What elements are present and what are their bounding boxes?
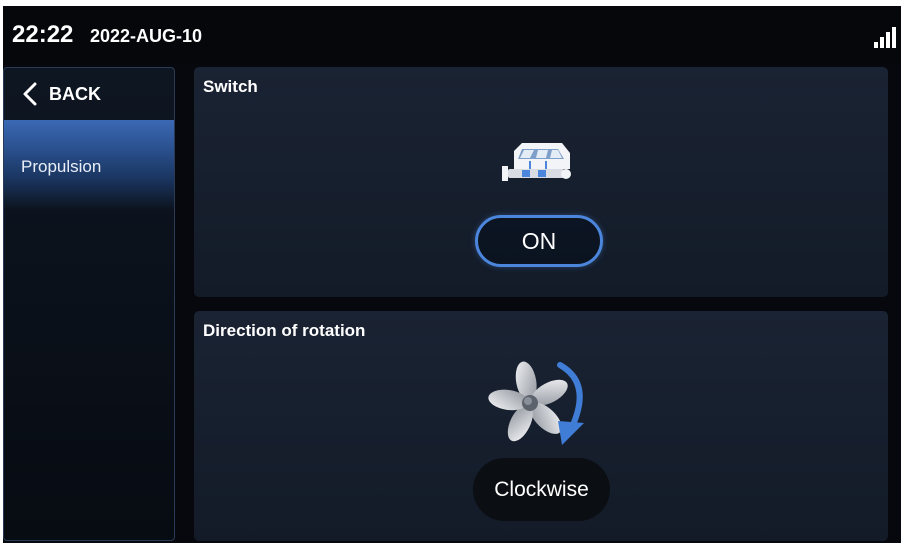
rotation-direction-button[interactable]: Clockwise (473, 458, 610, 521)
sidebar: BACK Propulsion (3, 67, 175, 541)
rotation-card: Direction of rotation Clockwise (194, 311, 888, 541)
clock-time: 22:22 (12, 21, 74, 48)
signal-strength-icon (874, 27, 896, 48)
back-label: BACK (49, 84, 101, 104)
chevron-left-icon (23, 82, 37, 106)
switch-card-title: Switch (203, 77, 258, 96)
rotation-card-title: Direction of rotation (203, 321, 366, 340)
switch-on-button[interactable]: ON (475, 215, 603, 267)
switch-card: Switch ON (194, 67, 888, 297)
back-button[interactable]: BACK (4, 68, 174, 120)
status-bar: 22:22 2022-AUG-10 (3, 6, 901, 64)
sidebar-item-propulsion[interactable]: Propulsion (4, 120, 174, 210)
device-screen: 22:22 2022-AUG-10 BACK Propulsion Switch (3, 6, 901, 543)
propeller-clockwise-icon (488, 361, 584, 445)
clock-date: 2022-AUG-10 (90, 26, 203, 46)
boat-icon (502, 143, 571, 181)
sidebar-item-label: Propulsion (21, 157, 102, 176)
